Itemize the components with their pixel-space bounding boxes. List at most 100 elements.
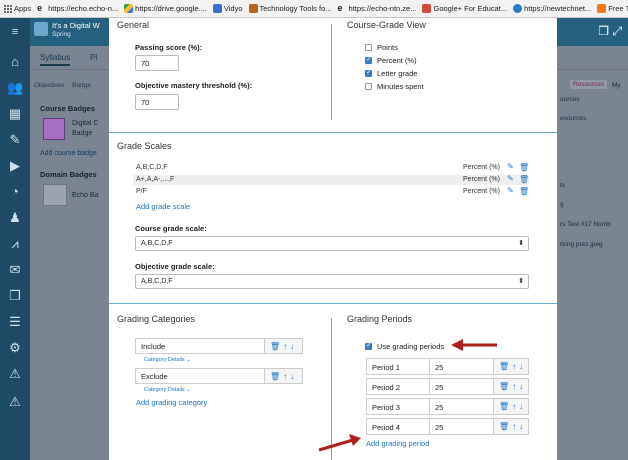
trash-icon[interactable]: 🗑	[519, 163, 529, 172]
arrow-up-icon[interactable]: ↑	[512, 422, 516, 431]
menu-icon[interactable]: ≡	[7, 24, 23, 40]
play-icon[interactable]: ▶	[7, 158, 23, 174]
option-points[interactable]: Points	[365, 43, 398, 52]
arrow-down-icon[interactable]: ↓	[519, 402, 523, 411]
period-actions: 🗑 ↑ ↓	[494, 358, 529, 375]
period-weight-input[interactable]: 25	[430, 358, 494, 375]
arrow-down-icon[interactable]: ↓	[290, 342, 294, 351]
bookmark-echo[interactable]: e https://echo.echo-n...	[37, 4, 118, 14]
calendar-icon[interactable]: ▦	[7, 106, 23, 122]
add-course-badge-link[interactable]: Add course badge	[40, 150, 97, 157]
trash-icon[interactable]: 🗑	[270, 372, 280, 381]
arrow-down-icon[interactable]: ↓	[519, 382, 523, 391]
arrow-up-icon[interactable]: ↑	[512, 402, 516, 411]
checkbox[interactable]	[365, 83, 372, 90]
option-percent[interactable]: Percent (%)	[365, 55, 417, 65]
people-icon[interactable]: 👥	[7, 80, 23, 96]
pencil-icon[interactable]: ✎	[507, 162, 514, 171]
file-item[interactable]: tx	[560, 182, 565, 189]
use-grading-periods[interactable]: Use grading periods	[365, 341, 444, 351]
file-item[interactable]: g	[560, 201, 564, 208]
tab-pl[interactable]: Pl	[90, 53, 97, 62]
pencil-icon[interactable]: ✎	[507, 174, 514, 183]
category-name-input[interactable]: Exclude	[135, 368, 265, 384]
arrow-up-icon[interactable]: ↑	[283, 372, 287, 381]
resources-link[interactable]: ources	[560, 96, 580, 103]
add-grading-period-link[interactable]: Add grading period	[366, 439, 429, 448]
course-badges-heading: Course Badges	[40, 104, 96, 113]
tab-my[interactable]: My	[612, 82, 621, 89]
mail-icon[interactable]: ✉	[7, 262, 23, 278]
period-weight-input[interactable]: 25	[430, 418, 494, 435]
documents-icon[interactable]: ❐	[7, 288, 23, 304]
trash-icon[interactable]: 🗑	[499, 382, 509, 391]
option-letter-grade[interactable]: Letter grade	[365, 68, 417, 78]
home-icon[interactable]: ⌂	[7, 54, 23, 70]
resources-link[interactable]: esources	[560, 115, 586, 122]
file-item[interactable]: rking prez.jpeg	[560, 241, 603, 248]
tab-badges[interactable]: Badge	[72, 82, 91, 89]
add-grading-category-link[interactable]: Add grading category	[136, 398, 207, 407]
dashboard-icon[interactable]: ◔	[7, 184, 23, 200]
bookmark-label: Free Technology for...	[608, 4, 628, 13]
trash-icon[interactable]: 🗑	[499, 402, 509, 411]
file-item[interactable]: rs Test #17 Numb	[560, 221, 611, 228]
checkbox[interactable]	[365, 68, 372, 77]
course-grade-scale-select[interactable]: A,B,C,D,F ⬍	[135, 236, 529, 251]
add-grade-scale-link[interactable]: Add grade scale	[136, 202, 190, 211]
copy-icon[interactable]: ❐ ⤢	[598, 24, 622, 39]
mastery-threshold-input[interactable]: 70	[135, 94, 179, 110]
arrow-down-icon[interactable]: ↓	[290, 372, 294, 381]
arrow-up-icon[interactable]: ↑	[512, 362, 516, 371]
pencil-icon[interactable]: ✎	[507, 186, 514, 195]
arrow-up-icon[interactable]: ↑	[512, 382, 516, 391]
option-minutes-spent[interactable]: Minutes spent	[365, 82, 424, 91]
edit-icon[interactable]: ✎	[7, 132, 23, 148]
tab-objectives[interactable]: Objectives	[34, 82, 64, 89]
course-title[interactable]: It's a Digital W	[52, 21, 100, 30]
bookmark-drive[interactable]: https://drive.google....	[124, 4, 207, 13]
period-weight-input[interactable]: 25	[430, 398, 494, 415]
bookmark-tech-tools[interactable]: Technology Tools fo...	[248, 4, 332, 13]
period-weight-input[interactable]: 25	[430, 378, 494, 395]
alert-icon[interactable]: ⚠	[7, 394, 23, 410]
period-name-input[interactable]: Period 2	[366, 378, 430, 395]
period-name-input[interactable]: Period 1	[366, 358, 430, 375]
option-label: Points	[377, 43, 398, 52]
grade-scales-title: Grade Scales	[117, 141, 172, 151]
user-icon[interactable]: ♟	[7, 210, 23, 226]
period-name-input[interactable]: Period 4	[366, 418, 430, 435]
period-name-input[interactable]: Period 3	[366, 398, 430, 415]
chart-icon[interactable]: ⩘	[7, 236, 23, 252]
bookmark-newtech[interactable]: https://newtechnet...	[513, 4, 591, 13]
arrow-down-icon[interactable]: ↓	[519, 422, 523, 431]
arrow-down-icon[interactable]: ↓	[519, 362, 523, 371]
bookmark-label: https://newtechnet...	[524, 4, 592, 13]
list-icon[interactable]: ☰	[7, 314, 23, 330]
bookmark-free-tech[interactable]: Free Technology for...	[597, 4, 628, 13]
tab-resources[interactable]: Resources	[570, 80, 608, 89]
trash-icon[interactable]: 🗑	[519, 187, 529, 196]
checkbox[interactable]	[365, 341, 372, 350]
category-details-link[interactable]: Category Details ⌄	[144, 387, 191, 393]
bookmark-google-plus[interactable]: Google+ For Educat...	[422, 4, 507, 13]
category-details-link[interactable]: Category Details ⌄	[144, 357, 191, 363]
chevron-down-icon: ⌄	[186, 357, 191, 363]
trash-icon[interactable]: 🗑	[499, 362, 509, 371]
checkbox[interactable]	[365, 55, 372, 64]
trash-icon[interactable]: 🗑	[499, 422, 509, 431]
arrow-up-icon[interactable]: ↑	[283, 342, 287, 351]
trash-icon[interactable]: 🗑	[270, 342, 280, 351]
objective-grade-scale-select[interactable]: A,B,C,D,F ⬍	[135, 274, 529, 289]
passing-score-input[interactable]: 70	[135, 55, 179, 71]
bookmark-apps[interactable]: Apps	[3, 4, 31, 13]
checkbox[interactable]	[365, 44, 372, 51]
tab-syllabus[interactable]: Syllabus	[40, 53, 71, 66]
trash-icon[interactable]: 🗑	[519, 175, 529, 184]
category-name-input[interactable]: Include	[135, 338, 265, 354]
settings-icon[interactable]: ⚙	[7, 340, 23, 356]
alert-icon[interactable]: ⚠	[7, 366, 23, 382]
bookmark-vidyo[interactable]: Vidyo	[212, 4, 243, 13]
bookmark-echo-ntn[interactable]: e https://echo-ntn.ze...	[338, 4, 417, 14]
grade-scale-name: P/F	[136, 188, 147, 195]
